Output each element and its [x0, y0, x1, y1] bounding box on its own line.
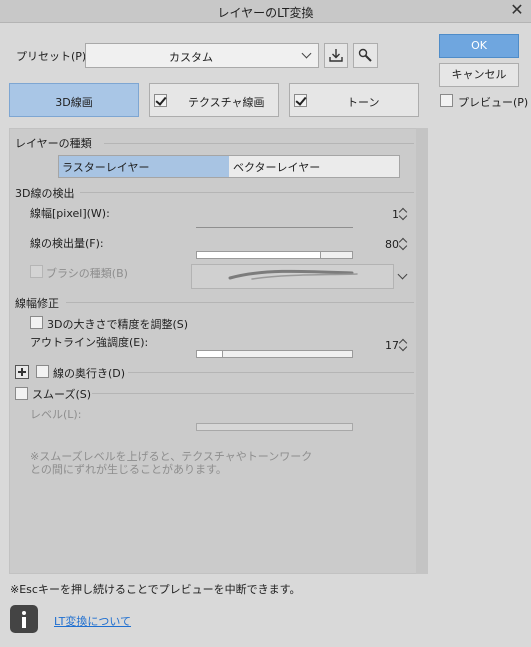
smooth-label: スムーズ(S): [32, 388, 92, 401]
lt-help-link[interactable]: LT変換について: [54, 613, 131, 629]
cancel-button[interactable]: キャンセル: [439, 63, 519, 87]
mode-texture-line-label: テクスチャ線画: [188, 96, 265, 109]
detect-3d-heading: 3D線の検出: [15, 187, 75, 200]
outline-strength-fill: [197, 351, 224, 357]
divider: [92, 393, 414, 394]
divider: [104, 143, 414, 144]
line-width-value[interactable]: 1: [392, 208, 399, 221]
mode-3d-line-label: 3D線画: [55, 96, 93, 109]
texture-line-checkbox[interactable]: [154, 94, 167, 107]
ok-button[interactable]: OK: [439, 34, 519, 58]
divider: [66, 302, 414, 303]
smooth-level-label: レベル(L):: [30, 408, 82, 421]
smooth-level-slider[interactable]: [196, 423, 353, 431]
preview-label: プレビュー(P): [458, 96, 529, 109]
mode-tone-label: トーン: [347, 96, 380, 109]
outline-strength-spinner-icon[interactable]: [399, 338, 407, 352]
adjust-precision-label: 3Dの大きさで精度を調整(S): [47, 318, 189, 331]
window-title: レイヤーのLT変換: [217, 6, 314, 20]
mode-texture-line-button[interactable]: テクスチャ線画: [149, 83, 279, 117]
outline-strength-value[interactable]: 17: [385, 339, 399, 352]
outline-strength-label: アウトライン強調度(E):: [30, 336, 149, 349]
layer-type-toggle[interactable]: ラスターレイヤー ベクターレイヤー: [58, 155, 400, 178]
wrench-icon: [358, 48, 372, 62]
detect-amount-fill: [197, 252, 321, 258]
raster-layer-option[interactable]: ラスターレイヤー: [62, 159, 149, 175]
line-width-spinner-icon[interactable]: [399, 207, 407, 221]
adjust-precision-checkbox[interactable]: [30, 316, 43, 329]
line-depth-label: 線の奥行き(D): [53, 367, 126, 380]
detect-amount-slider[interactable]: [196, 251, 353, 259]
save-preset-button[interactable]: [324, 43, 348, 68]
layer-type-heading: レイヤーの種類: [15, 137, 92, 150]
line-depth-checkbox[interactable]: [36, 365, 49, 378]
expand-icon[interactable]: [15, 365, 29, 379]
detect-amount-label: 線の検出量(F):: [30, 237, 104, 250]
title-bar: レイヤーのLT変換 ✕: [0, 0, 531, 23]
tone-checkbox[interactable]: [294, 94, 307, 107]
mode-3d-line-button[interactable]: 3D線画: [9, 83, 139, 117]
divider: [128, 372, 414, 373]
preset-value: カスタム: [169, 51, 213, 64]
scrollbar[interactable]: [416, 128, 428, 574]
detect-amount-value[interactable]: 80: [385, 238, 399, 251]
line-width-fix-heading: 線幅修正: [15, 297, 59, 310]
brush-type-label: ブラシの種類(B): [46, 267, 128, 280]
close-icon[interactable]: ✕: [509, 2, 525, 18]
vector-layer-option[interactable]: ベクターレイヤー: [233, 159, 320, 175]
smooth-checkbox[interactable]: [15, 387, 28, 400]
smooth-note: ※スムーズレベルを上げると、テクスチャやトーンワークとの間にずれが生じることがあ…: [30, 450, 313, 476]
preset-select[interactable]: カスタム: [85, 43, 319, 68]
divider: [80, 192, 414, 193]
brush-type-select[interactable]: [191, 264, 394, 289]
preset-label: プリセット(P):: [16, 50, 90, 63]
detect-amount-spinner-icon[interactable]: [399, 237, 407, 251]
brush-type-checkbox[interactable]: [30, 265, 43, 278]
preset-settings-button[interactable]: [353, 43, 378, 68]
brush-stroke-preview: [228, 269, 358, 280]
chevron-down-icon: [301, 48, 312, 59]
line-width-slider[interactable]: [196, 227, 353, 228]
outline-strength-slider[interactable]: [196, 350, 353, 358]
line-width-label: 線幅[pixel](W):: [30, 207, 110, 220]
save-preset-icon: [329, 49, 343, 62]
esc-note: ※Escキーを押し続けることでプレビューを中断できます。: [10, 583, 301, 596]
info-icon: [10, 605, 38, 633]
mode-tone-button[interactable]: トーン: [289, 83, 419, 117]
preview-checkbox[interactable]: [440, 94, 453, 107]
